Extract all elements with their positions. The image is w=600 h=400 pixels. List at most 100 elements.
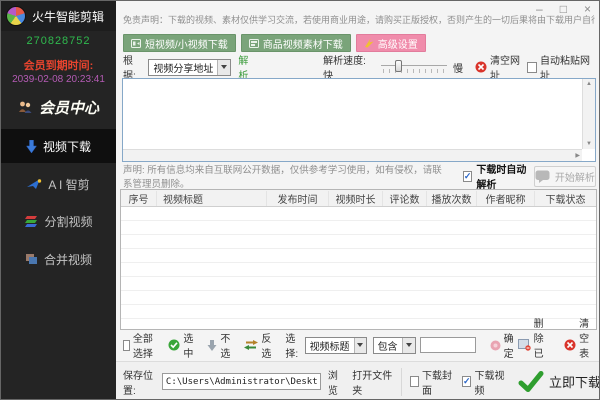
sidebar-item-video-download[interactable]: 视频下载 (1, 129, 116, 163)
member-expiry-label: 会员到期时间: (1, 57, 116, 73)
button-label: 商品视频素材下载 (263, 36, 343, 51)
filter-operator-value: 包含 (374, 338, 402, 353)
sidebar: 火牛智能剪辑 270828752 会员到期时间: 2039-02-08 20:2… (1, 1, 116, 400)
download-arrow-icon (26, 140, 37, 153)
app-title: 火牛智能剪辑 (32, 8, 104, 25)
column-header-comments[interactable]: 评论数 (383, 191, 427, 206)
button-label: 高级设置 (378, 36, 418, 51)
selection-toolbar: 全部选择 选中 不选 (123, 335, 596, 355)
sidebar-item-member-center[interactable]: 会员中心 (1, 91, 116, 123)
select-all-checkbox[interactable]: 全部选择 (123, 330, 154, 360)
horizontal-scrollbar[interactable]: ▶ (123, 149, 582, 161)
sidebar-item-label: 分割视频 (44, 213, 92, 230)
advanced-settings-button[interactable]: 高级设置 (356, 34, 426, 52)
sidebar-item-label: 会员中心 (39, 97, 99, 118)
app-window: 火牛智能剪辑 270828752 会员到期时间: 2039-02-08 20:2… (0, 0, 600, 400)
checkbox-checked-icon[interactable]: ✓ (462, 376, 472, 387)
slider-ticks (383, 69, 445, 73)
pink-stamp-icon (490, 340, 501, 351)
filter-keyword-input[interactable] (420, 337, 476, 353)
column-header-author[interactable]: 作者昵称 (477, 191, 535, 206)
chevron-down-icon (402, 338, 415, 353)
top-toolbar: 短视频/小视频下载 商品视频素材下载 高级设置 (123, 34, 426, 52)
download-video-label: 下载视频 (474, 367, 506, 397)
filter-field-select[interactable]: 视频标题 (305, 337, 367, 354)
download-bar: 保存位置: 浏览 打开文件夹 下载封面 ✓ 下载视频 立即下载 (116, 361, 600, 400)
members-icon (18, 101, 33, 114)
ai-cut-icon (27, 178, 42, 190)
invert-selection-button[interactable]: 反选 (244, 330, 271, 360)
spark-icon (364, 38, 374, 48)
column-header-plays[interactable]: 播放次数 (427, 191, 477, 206)
slow-label: 慢 (453, 60, 463, 75)
uncheck-button[interactable]: 不选 (207, 330, 230, 360)
browse-link[interactable]: 浏览 (328, 367, 344, 397)
data-notice-text: 声明: 所有信息均来自互联网公开数据，仅供参考学习使用，如有侵权，请联系管理员删… (123, 162, 445, 190)
button-label: 短视频/小视频下载 (145, 36, 228, 51)
confirm-filter-button[interactable]: 确定 (490, 330, 514, 360)
checkbox-unchecked-icon[interactable] (123, 340, 130, 351)
sidebar-item-split-video[interactable]: 分割视频 (1, 205, 116, 237)
short-video-download-button[interactable]: 短视频/小视频下载 (123, 34, 236, 52)
green-check-circle-icon (168, 339, 180, 351)
open-folder-link[interactable]: 打开文件夹 (352, 367, 393, 397)
sidebar-item-ai-cut[interactable]: A I 智剪 (1, 168, 116, 200)
slider-track (381, 65, 447, 66)
start-parse-label: 开始解析 (555, 169, 595, 184)
big-green-check-icon (518, 371, 544, 393)
member-id: 270828752 (1, 35, 116, 47)
filter-field-value: 视频标题 (306, 338, 354, 353)
auto-parse-label: 下载时自动解析 (476, 161, 533, 191)
sidebar-item-label: A I 智剪 (48, 176, 89, 193)
uncheck-label: 不选 (220, 330, 230, 360)
product-video-download-button[interactable]: 商品视频素材下载 (241, 34, 351, 52)
sidebar-item-label: 视频下载 (43, 138, 91, 155)
app-titlebar: 火牛智能剪辑 (1, 1, 116, 31)
scroll-right-icon[interactable]: ▶ (575, 152, 580, 159)
parse-speed-slider[interactable] (381, 60, 447, 74)
check-label: 选中 (183, 330, 193, 360)
film-icon (131, 39, 141, 48)
filter-label: 选择: (285, 330, 298, 360)
chevron-down-icon (354, 338, 366, 353)
save-path-input[interactable] (162, 373, 321, 390)
filter-operator-select[interactable]: 包含 (373, 337, 416, 354)
vertical-scrollbar[interactable]: ▲ ▼ (582, 79, 595, 149)
column-header-title[interactable]: 视频标题 (157, 191, 267, 206)
start-parse-button[interactable]: 开始解析 (534, 166, 596, 187)
confirm-label: 确定 (504, 330, 514, 360)
member-expiry-date: 2039-02-08 20:23:41 (1, 74, 116, 85)
red-clear-icon (475, 61, 487, 73)
checkbox-unchecked-icon[interactable] (410, 376, 419, 387)
column-header-publish-time[interactable]: 发布时间 (267, 191, 329, 206)
source-select[interactable]: 视频分享地址 (148, 59, 231, 76)
url-input-area[interactable]: ▲ ▼ ▶ (122, 78, 596, 162)
sidebar-item-label: 合并视频 (44, 251, 92, 268)
grey-down-arrow-icon (207, 340, 217, 351)
checkbox-checked-icon[interactable]: ✓ (463, 171, 473, 182)
column-header-status[interactable]: 下载状态 (535, 191, 596, 206)
checkbox-unchecked-icon[interactable] (527, 62, 537, 73)
save-location-label: 保存位置: (123, 367, 158, 397)
auto-parse-checkbox[interactable]: ✓ 下载时自动解析 (463, 161, 534, 191)
split-video-icon (24, 215, 38, 228)
video-table: 序号 视频标题 发布时间 视频时长 评论数 播放次数 作者昵称 下载状态 (120, 189, 597, 330)
check-selected-button[interactable]: 选中 (168, 330, 193, 360)
sidebar-item-merge-video[interactable]: 合并视频 (1, 243, 116, 275)
slider-thumb[interactable] (395, 60, 402, 72)
red-clear-icon (564, 339, 576, 351)
app-logo-icon (6, 6, 26, 26)
download-cover-checkbox[interactable]: 下载封面 (410, 367, 454, 397)
column-header-index[interactable]: 序号 (121, 191, 157, 206)
table-header: 序号 视频标题 发布时间 视频时长 评论数 播放次数 作者昵称 下载状态 (121, 190, 596, 207)
table-body-empty[interactable] (121, 207, 596, 329)
download-video-checkbox[interactable]: ✓ 下载视频 (462, 367, 506, 397)
scroll-down-icon[interactable]: ▼ (586, 141, 592, 147)
film-icon (249, 39, 259, 48)
chevron-down-icon (217, 60, 230, 75)
select-all-label: 全部选择 (133, 330, 155, 360)
invert-arrows-icon (244, 340, 258, 350)
scroll-up-icon[interactable]: ▲ (586, 81, 592, 87)
download-now-button[interactable]: 立即下载 (549, 372, 600, 391)
column-header-duration[interactable]: 视频时长 (329, 191, 383, 206)
